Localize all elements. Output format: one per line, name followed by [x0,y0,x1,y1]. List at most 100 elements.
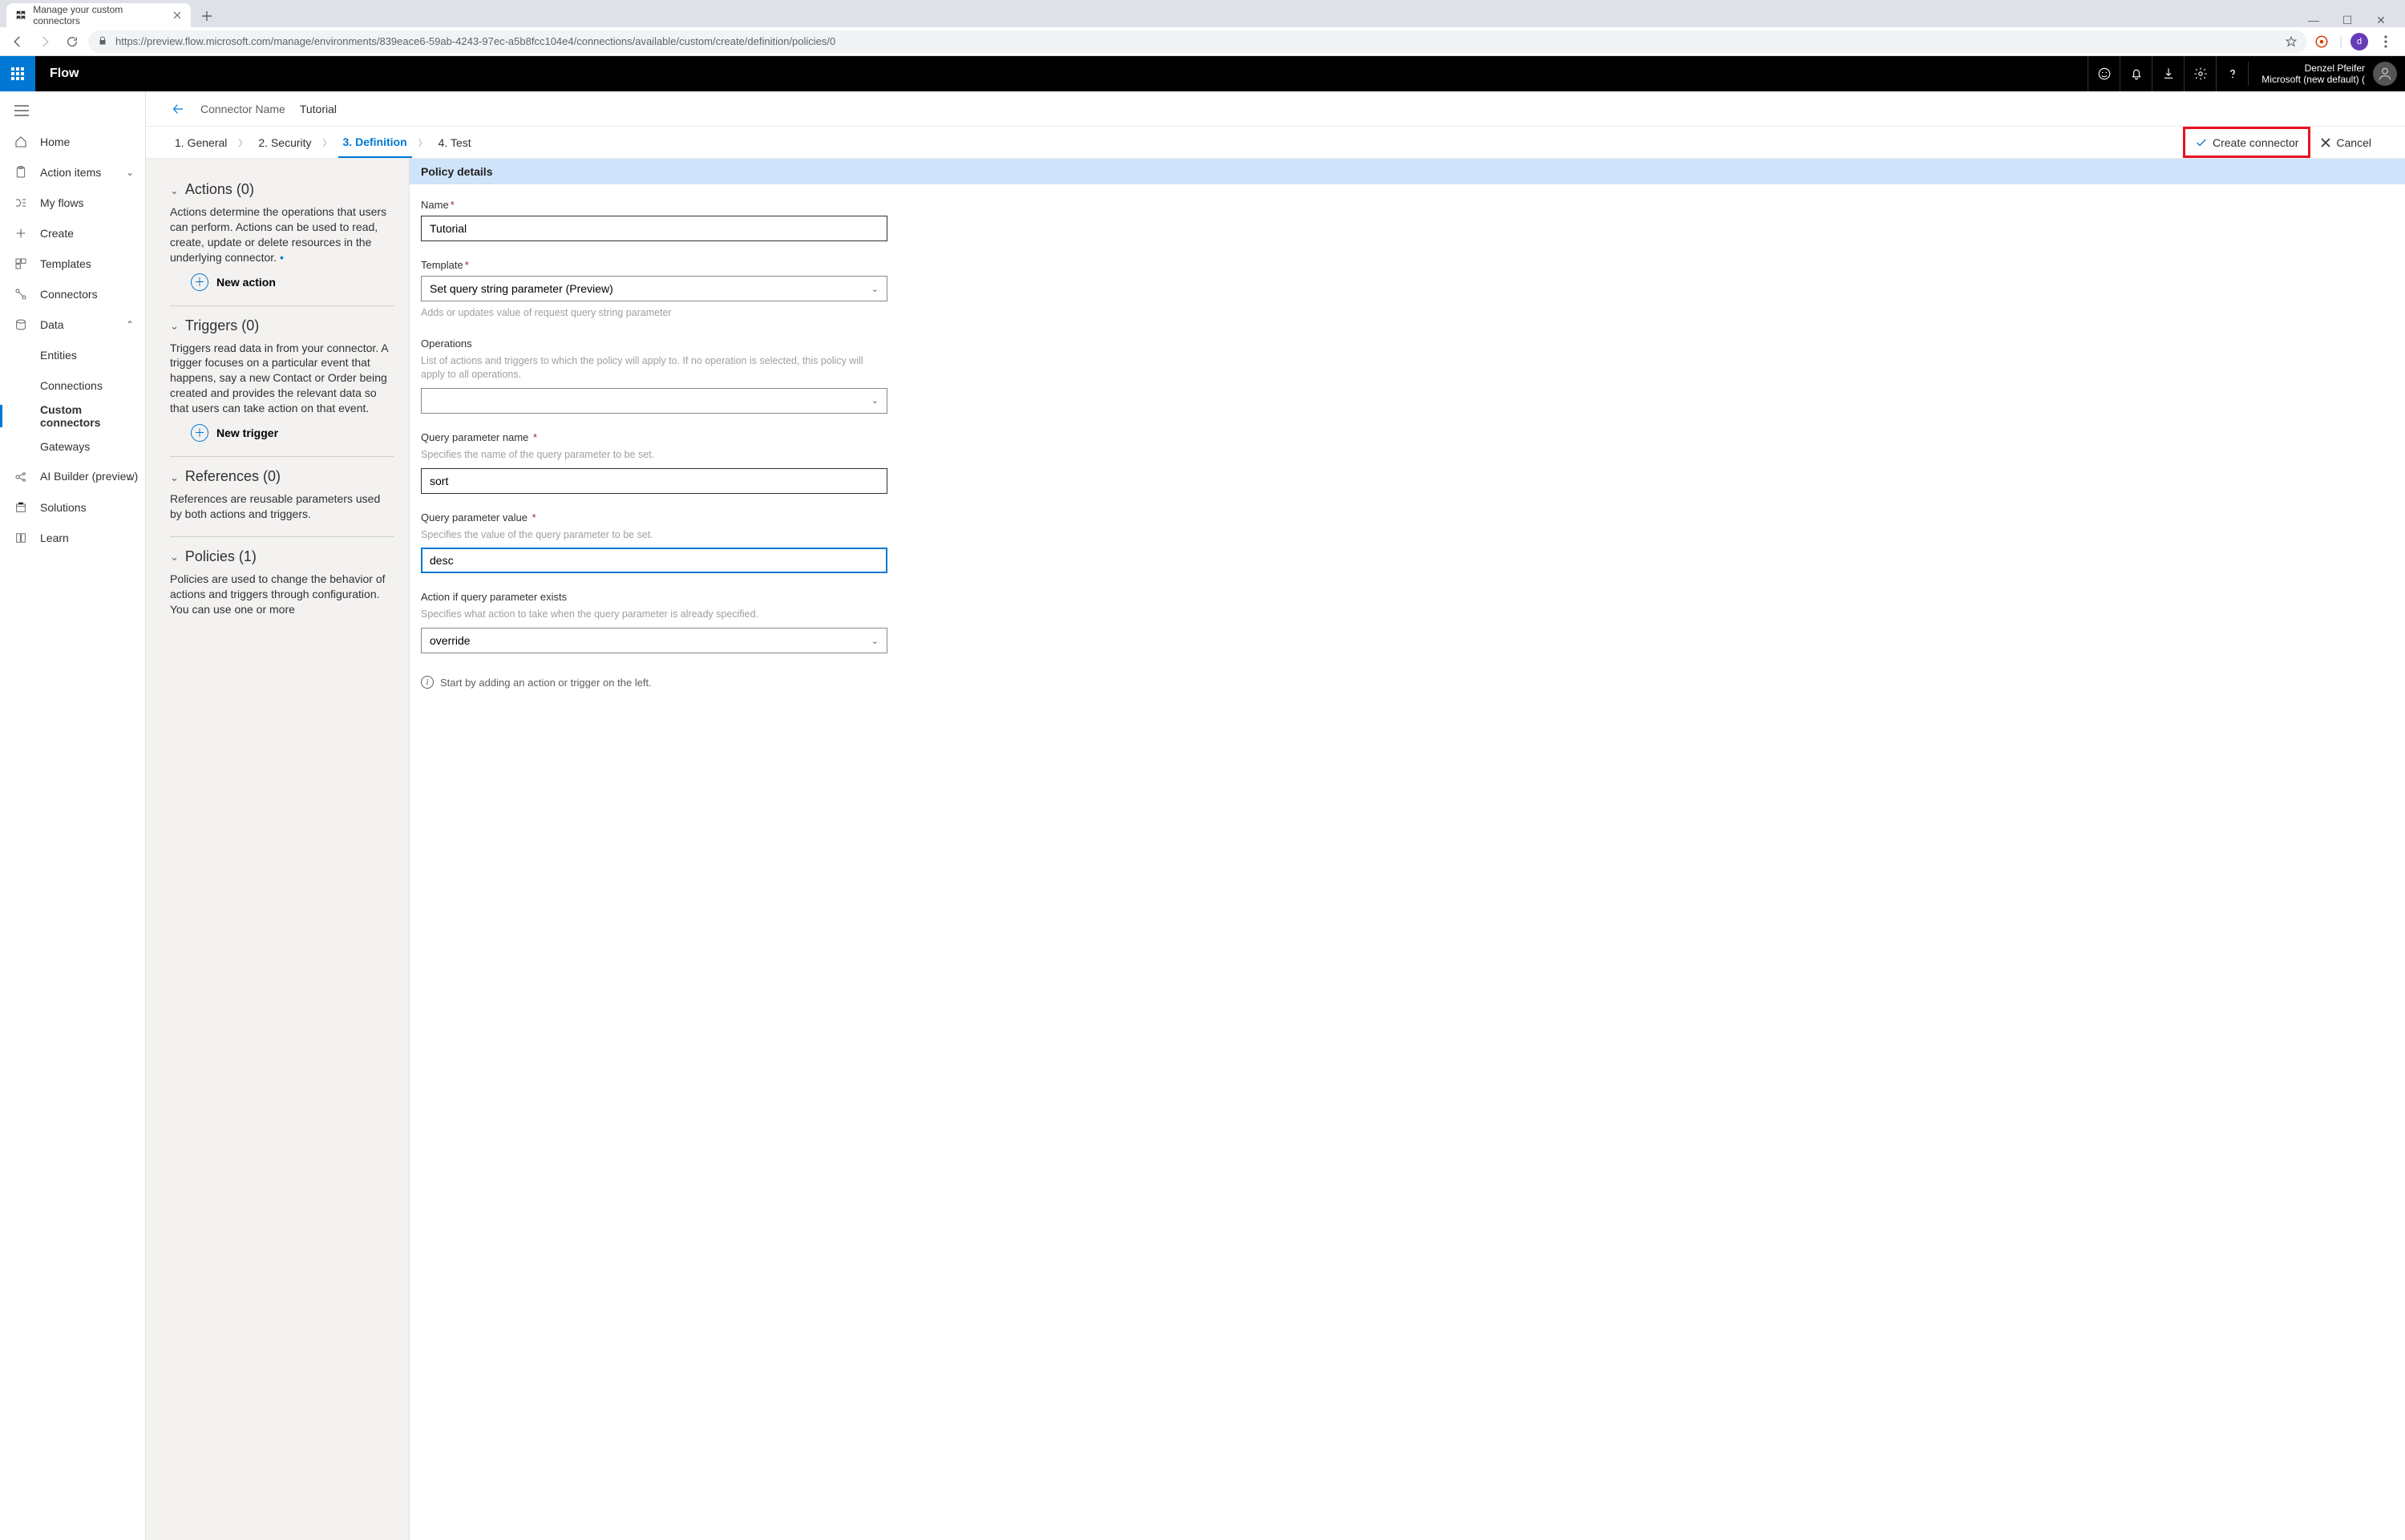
chevron-down-icon: ⌄ [871,284,879,294]
sidebar-item-action-items[interactable]: Action items ⌄ [0,157,145,188]
sidebar-item-connectors[interactable]: Connectors [0,279,145,309]
nav-back-button[interactable] [6,30,29,53]
header-emoji-icon[interactable] [2088,56,2120,91]
action-exists-select-value: override [430,634,471,647]
tab-favicon [14,9,26,22]
section-references-header[interactable]: ⌄ References (0) [170,468,394,485]
header-user-name: Denzel Pfeifer [2262,63,2365,74]
window-close-icon[interactable]: ✕ [2371,14,2391,27]
chevron-down-icon: ⌄ [170,551,179,564]
app-header: Flow Denzel Pfeifer Microsoft (new defau… [0,56,2405,91]
sidebar-subitem-connections[interactable]: Connections [0,370,145,401]
step-security[interactable]: 2. Security [253,127,316,158]
header-gear-icon[interactable] [2184,56,2216,91]
new-action-label: New action [216,276,276,289]
url-box[interactable]: https://preview.flow.microsoft.com/manag… [88,30,2307,53]
chevron-down-icon: ⌄ [170,471,179,484]
new-trigger-label: New trigger [216,426,278,439]
policy-details-form: Policy details Name* Template* Set query… [409,159,2405,1540]
header-user-area[interactable]: Denzel Pfeifer Microsoft (new default) ( [2248,62,2405,86]
section-actions-desc: Actions determine the operations that us… [170,204,394,265]
operations-select[interactable]: ⌄ [421,388,887,414]
section-title: Policies (1) [185,548,257,565]
header-bell-icon[interactable] [2120,56,2152,91]
browser-menu-icon[interactable] [2376,32,2395,51]
sidebar-item-label: AI Builder (preview) [40,471,138,483]
sidebar-item-templates[interactable]: Templates [0,249,145,279]
templates-icon [14,257,29,270]
cancel-button[interactable]: Cancel [2310,127,2381,158]
browser-tab[interactable]: Manage your custom connectors [6,3,191,27]
section-policies-header[interactable]: ⌄ Policies (1) [170,548,394,565]
action-exists-select[interactable]: override ⌄ [421,628,887,653]
header-help-icon[interactable] [2216,56,2248,91]
nav-forward-button[interactable] [34,30,56,53]
chevron-up-icon: ⌃ [126,319,134,330]
section-policies-desc: Policies are used to change the behavior… [170,572,394,617]
field-qpvalue: Query parameter value * Specifies the va… [421,511,887,574]
sidebar-item-my-flows[interactable]: My flows [0,188,145,218]
section-triggers-desc: Triggers read data in from your connecto… [170,341,394,416]
name-input[interactable] [421,216,887,241]
create-connector-label: Create connector [2213,136,2298,149]
window-maximize-icon[interactable]: ☐ [2338,14,2357,27]
section-title: Triggers (0) [185,317,259,334]
sidebar-item-data[interactable]: Data ⌃ [0,309,145,340]
header-user-avatar[interactable] [2373,62,2397,86]
sidebar-subitem-gateways[interactable]: Gateways [0,431,145,462]
sidebar-item-label: Learn [40,532,69,544]
sidebar-item-label: Create [40,227,74,240]
window-minimize-icon[interactable]: — [2304,14,2323,27]
chevron-down-icon: ⌄ [871,395,879,406]
field-qpname: Query parameter name * Specifies the nam… [421,431,887,494]
browser-addressbar: https://preview.flow.microsoft.com/manag… [0,27,2405,56]
step-general[interactable]: 1. General [170,127,232,158]
new-tab-button[interactable] [196,5,218,27]
operations-hint: List of actions and triggers to which th… [421,354,887,382]
section-actions: ⌄ Actions (0) Actions determine the oper… [170,175,394,306]
field-name-label: Name* [421,199,887,211]
section-triggers-header[interactable]: ⌄ Triggers (0) [170,317,394,334]
action-exists-hint: Specifies what action to take when the q… [421,608,887,621]
back-arrow-button[interactable] [170,103,186,115]
sidebar-item-solutions[interactable]: Solutions [0,492,145,523]
sidebar-item-label: Connectors [40,288,98,301]
sidebar-item-create[interactable]: Create [0,218,145,249]
bookmark-star-icon[interactable] [2285,35,2298,48]
app-launcher-button[interactable] [0,56,35,91]
extension-icon[interactable] [2312,32,2331,51]
checkmark-icon [2195,136,2208,149]
sidebar-item-ai-builder[interactable]: AI Builder (preview) ⌄ [0,462,145,492]
create-connector-button[interactable]: Create connector [2183,127,2310,158]
sidebar-subitem-custom-connectors[interactable]: Custom connectors [0,401,145,431]
chevron-down-icon: ⌄ [170,320,179,333]
field-name: Name* [421,199,887,241]
sidebar-item-learn[interactable]: Learn [0,523,145,553]
browser-profile-avatar[interactable]: d [2350,33,2368,51]
nav-reload-button[interactable] [61,30,83,53]
tab-close-icon[interactable] [172,10,183,21]
sidebar-collapse-button[interactable] [0,95,145,127]
step-definition[interactable]: 3. Definition [338,127,412,158]
flow-icon [14,196,29,209]
step-test[interactable]: 4. Test [434,127,476,158]
connector-name-value: Tutorial [300,103,337,115]
sidebar-subitem-entities[interactable]: Entities [0,340,145,370]
qpvalue-input[interactable] [421,548,887,573]
chevron-down-icon: ⌄ [126,167,134,178]
plus-circle-icon: ＋ [191,273,208,291]
new-action-button[interactable]: ＋ New action [170,273,394,291]
section-policies: ⌄ Policies (1) Policies are used to chan… [170,537,394,632]
book-icon [14,532,29,544]
header-tenant: Microsoft (new default) ( [2262,74,2365,85]
qpname-input[interactable] [421,468,887,494]
new-trigger-button[interactable]: ＋ New trigger [170,424,394,442]
header-download-icon[interactable] [2152,56,2184,91]
template-hint: Adds or updates value of request query s… [421,306,887,320]
cancel-label: Cancel [2336,136,2371,149]
section-actions-header[interactable]: ⌄ Actions (0) [170,181,394,198]
template-select[interactable]: Set query string parameter (Preview) ⌄ [421,276,887,301]
section-triggers: ⌄ Triggers (0) Triggers read data in fro… [170,306,394,457]
sidebar-item-label: Templates [40,257,91,270]
sidebar-item-home[interactable]: Home [0,127,145,157]
